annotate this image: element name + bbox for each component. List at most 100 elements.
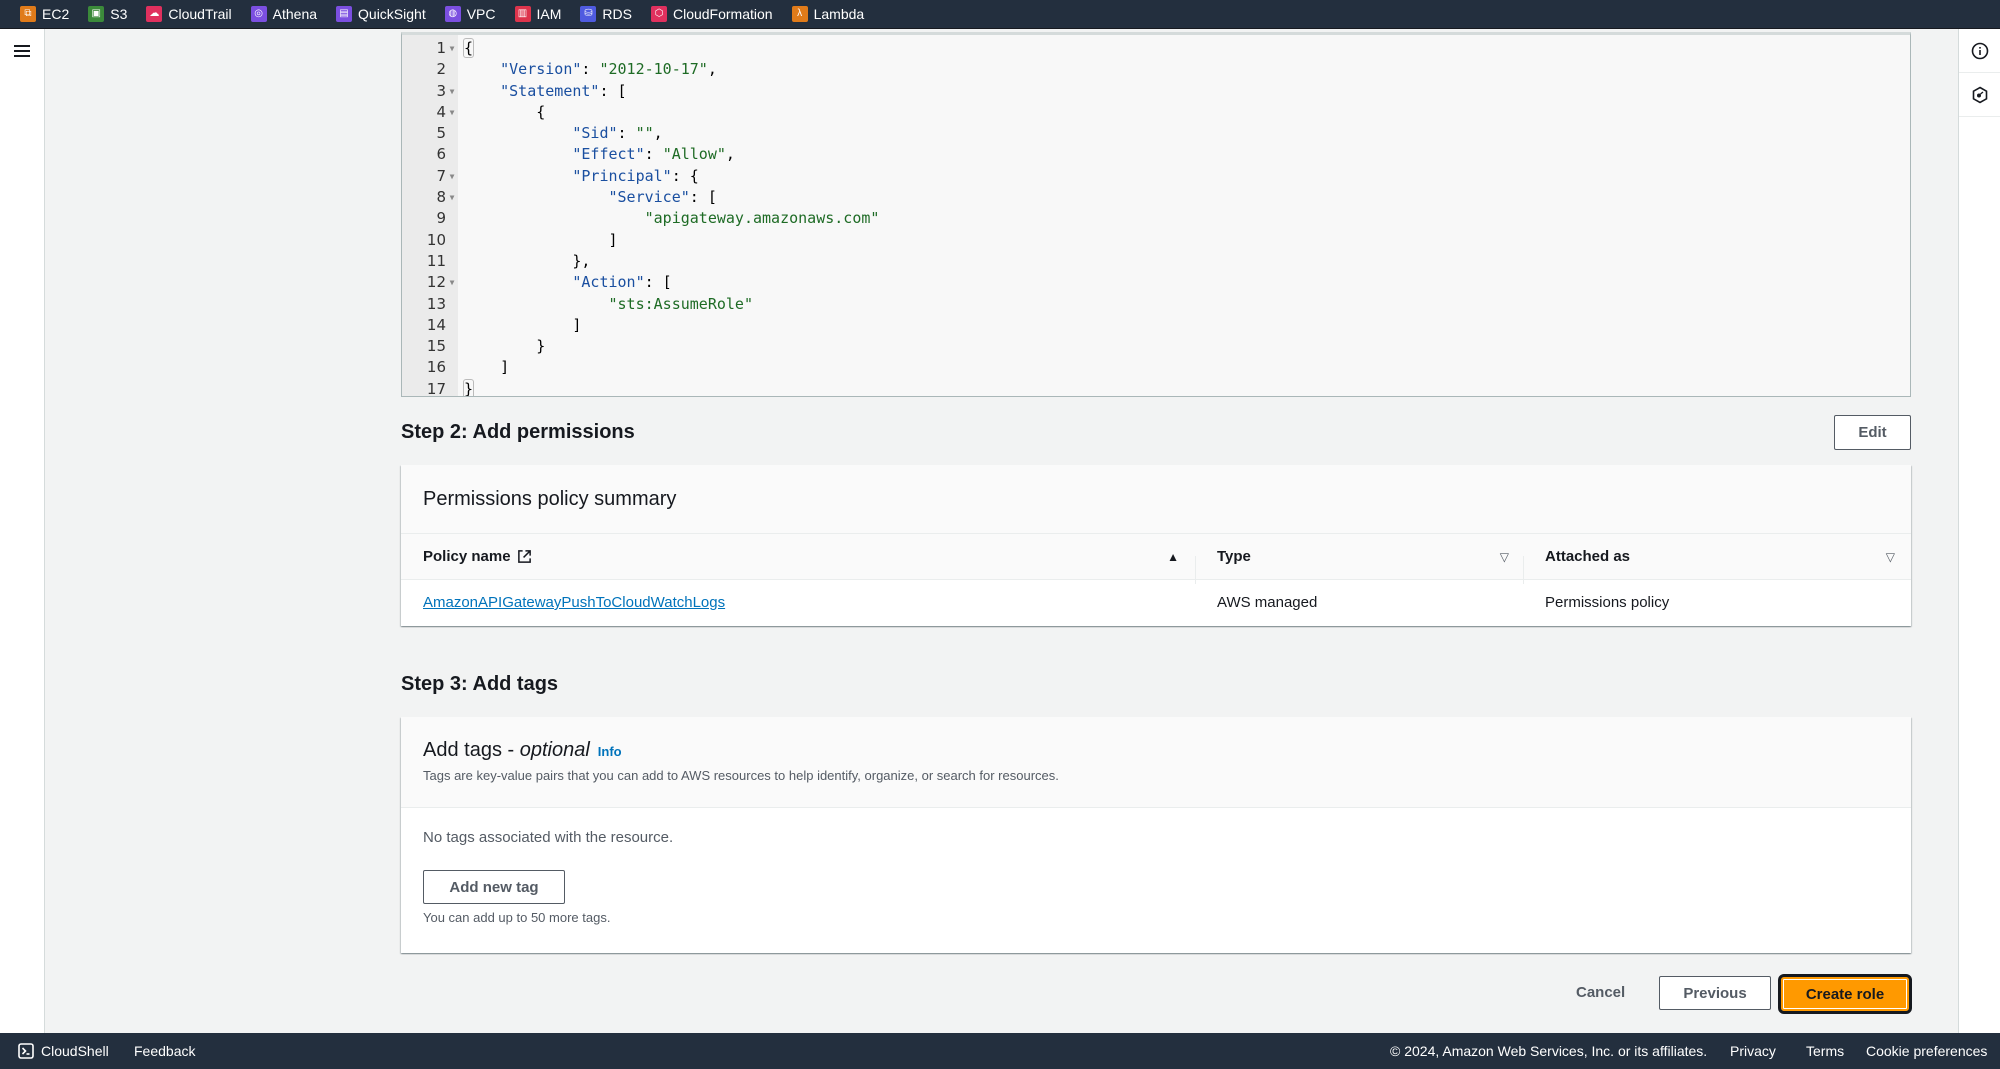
- vpc-icon: ◍: [444, 6, 461, 22]
- code-line: 11 },: [402, 251, 1910, 272]
- right-tools-panel: [1958, 29, 2000, 1033]
- add-new-tag-button[interactable]: Add new tag: [423, 870, 565, 904]
- athena-icon: ◎: [250, 6, 267, 22]
- code-line: 13 "sts:AssumeRole": [402, 294, 1910, 315]
- line-number: 10: [426, 230, 446, 249]
- code-line: 1 ▼{: [402, 38, 1910, 59]
- service-iam[interactable]: ▥ IAM: [514, 0, 561, 29]
- previous-button[interactable]: Previous: [1659, 976, 1771, 1010]
- tag-limit-hint: You can add up to 50 more tags.: [423, 910, 611, 925]
- cancel-button[interactable]: Cancel: [1576, 984, 1625, 1001]
- fold-toggle-icon[interactable]: ▼: [446, 81, 458, 102]
- console-footer: CloudShell Feedback © 2024, Amazon Web S…: [0, 1033, 2000, 1069]
- line-number: 6: [436, 145, 446, 164]
- column-divider: [1195, 556, 1196, 584]
- sort-unsorted-icon[interactable]: ▽: [1886, 550, 1895, 564]
- step3-heading: Step 3: Add tags: [401, 673, 559, 695]
- policy-table-header: Policy name ▲ Type ▽ Attached as ▽: [401, 534, 1911, 584]
- policy-name-link[interactable]: AmazonAPIGatewayPushToCloudWatchLogs: [423, 594, 725, 611]
- code-line: 6 "Effect": "Allow",: [402, 144, 1910, 165]
- sort-unsorted-icon[interactable]: ▽: [1500, 550, 1509, 564]
- cookie-preferences-link[interactable]: Cookie preferences: [1866, 1043, 1987, 1059]
- code-line: 2 "Version": "2012-10-17",: [402, 59, 1910, 80]
- info-icon: [1971, 42, 1989, 59]
- create-role-button[interactable]: Create role: [1778, 974, 1912, 1014]
- privacy-link[interactable]: Privacy: [1730, 1043, 1776, 1059]
- code-line: 8 ▼ "Service": [: [402, 187, 1910, 208]
- service-lambda[interactable]: λ Lambda: [791, 0, 864, 29]
- service-s3[interactable]: ▣ S3: [88, 0, 127, 29]
- step2-heading: Step 2: Add permissions: [401, 421, 635, 443]
- line-number: 17: [426, 379, 446, 397]
- policy-attached-as: Permissions policy: [1545, 594, 1670, 611]
- column-divider: [1523, 556, 1524, 584]
- code-line: 12 ▼ "Action": [: [402, 272, 1910, 293]
- table-row: AmazonAPIGatewayPushToCloudWatchLogs AWS…: [401, 580, 1911, 625]
- code-line: 14 ]: [402, 315, 1910, 336]
- line-number: 3: [436, 81, 446, 100]
- fold-toggle-icon[interactable]: ▼: [446, 166, 458, 187]
- iam-icon: ▥: [514, 6, 531, 22]
- line-number: 8: [436, 188, 446, 207]
- sort-ascending-icon[interactable]: ▲: [1167, 550, 1179, 564]
- line-number: 9: [436, 209, 446, 228]
- hexagon-icon: [1972, 86, 1988, 103]
- info-panel-button[interactable]: [1959, 29, 2000, 73]
- cloudformation-icon: ⬡: [650, 6, 667, 22]
- terms-link[interactable]: Terms: [1806, 1043, 1844, 1059]
- fold-toggle-icon[interactable]: ▼: [446, 272, 458, 293]
- fold-toggle-icon[interactable]: ▼: [446, 102, 458, 123]
- line-number: 12: [426, 273, 446, 292]
- column-header-type[interactable]: Type ▽: [1195, 548, 1523, 584]
- lambda-icon: λ: [791, 6, 808, 22]
- cloudshell-button[interactable]: CloudShell: [18, 1043, 109, 1059]
- line-number: 15: [426, 337, 446, 356]
- left-navigation: [0, 29, 45, 1033]
- column-header-attached-as[interactable]: Attached as ▽: [1523, 548, 1911, 584]
- code-line: 7 ▼ "Principal": {: [402, 166, 1910, 187]
- edit-permissions-button[interactable]: Edit: [1834, 415, 1911, 450]
- feedback-link[interactable]: Feedback: [134, 1043, 195, 1059]
- ec2-icon: ⧉: [20, 6, 36, 22]
- add-tags-card: Add tags - optional Info Tags are key-va…: [401, 717, 1911, 953]
- code-line: 15 }: [402, 336, 1910, 357]
- fold-toggle-icon[interactable]: ▼: [446, 187, 458, 208]
- fold-toggle-icon[interactable]: ▼: [446, 38, 458, 59]
- service-athena[interactable]: ◎ Athena: [250, 0, 317, 29]
- line-number: 5: [436, 124, 446, 143]
- service-vpc[interactable]: ◍ VPC: [444, 0, 496, 29]
- menu-icon[interactable]: [14, 45, 30, 59]
- line-number: 11: [426, 251, 446, 270]
- cloudtrail-icon: ☁: [146, 6, 163, 22]
- code-line: 17}: [402, 378, 1910, 397]
- no-tags-message: No tags associated with the resource.: [423, 829, 674, 846]
- external-link-icon: [517, 550, 531, 563]
- trust-policy-editor[interactable]: 1 ▼{ 2 "Version": "2012-10-17", 3 ▼ "State…: [401, 32, 1911, 397]
- line-number: 1: [436, 39, 446, 57]
- code-line: 9 "apigateway.amazonaws.com": [402, 208, 1910, 229]
- policy-type: AWS managed: [1217, 594, 1318, 611]
- service-ec2[interactable]: ⧉ EC2: [20, 0, 69, 29]
- rds-icon: ⛁: [580, 6, 597, 22]
- line-number: 2: [436, 60, 446, 79]
- code-line: 16 ]: [402, 357, 1910, 378]
- service-quicksight[interactable]: ▤ QuickSight: [336, 0, 426, 29]
- service-cloudtrail[interactable]: ☁ CloudTrail: [146, 0, 232, 29]
- code-line: 10 ]: [402, 230, 1910, 251]
- line-number: 16: [426, 358, 446, 377]
- add-tags-title: Add tags - optional: [423, 739, 590, 761]
- quicksight-icon: ▤: [336, 6, 353, 22]
- service-rds[interactable]: ⛁ RDS: [580, 0, 632, 29]
- line-number: 4: [436, 102, 446, 121]
- line-number: 7: [436, 166, 446, 185]
- code-content: 1 ▼{ 2 "Version": "2012-10-17", 3 ▼ "State…: [402, 38, 1910, 397]
- service-cloudformation[interactable]: ⬡ CloudFormation: [650, 0, 773, 29]
- line-number: 13: [426, 294, 446, 313]
- copyright-text: © 2024, Amazon Web Services, Inc. or its…: [1390, 1043, 1708, 1059]
- code-line: 5 "Sid": "",: [402, 123, 1910, 144]
- info-link[interactable]: Info: [598, 744, 622, 759]
- s3-icon: ▣: [88, 6, 105, 22]
- services-bar: ⧉ EC2 ▣ S3 ☁ CloudTrail ◎ Athena ▤ QuickSight…: [0, 0, 2000, 29]
- column-header-policy-name[interactable]: Policy name ▲: [401, 548, 1195, 565]
- resources-panel-button[interactable]: [1959, 73, 2000, 117]
